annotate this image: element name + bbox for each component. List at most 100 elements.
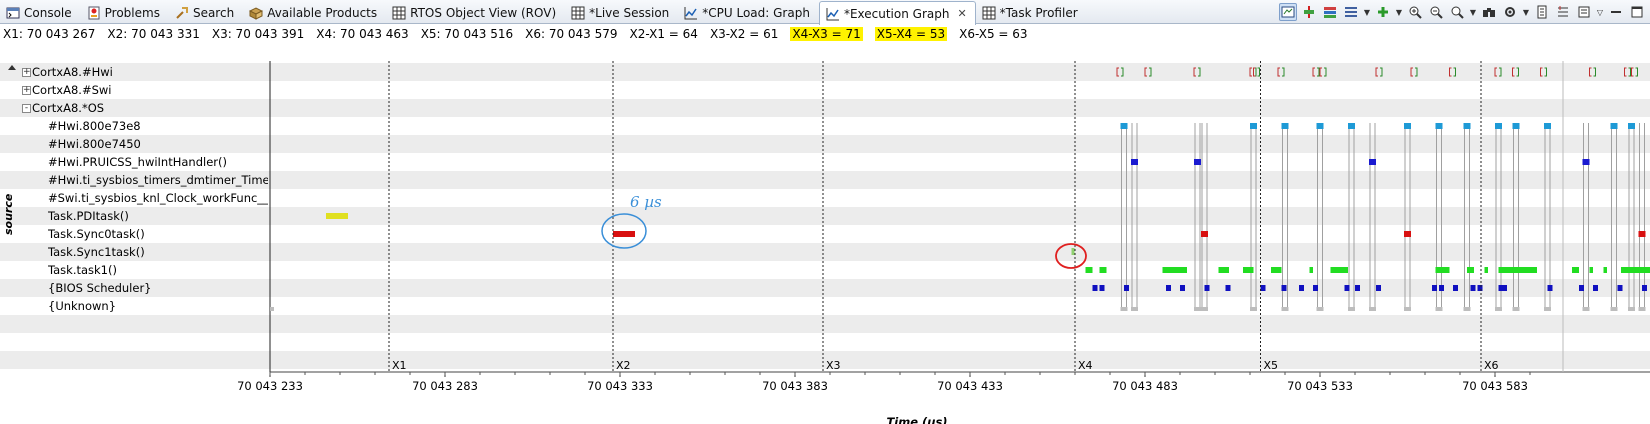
hwi-event-bracket <box>1628 67 1631 77</box>
scheduler-event <box>1547 285 1553 291</box>
unknown-segment <box>1638 307 1646 311</box>
task1-segment <box>1309 267 1313 273</box>
task1-segment <box>1435 267 1450 273</box>
hwi-800e73e8-event <box>1435 123 1443 129</box>
unknown-segment <box>1201 307 1208 311</box>
x-tick-label: 70 043 383 <box>762 379 828 393</box>
hwi-event-bracket <box>1415 67 1418 77</box>
unknown-segment <box>1610 307 1618 311</box>
task1-segment <box>1603 267 1607 273</box>
pdi-task-segment <box>326 213 348 219</box>
marker-label-x2: X2 <box>616 359 631 372</box>
hwi-event-bracket <box>1282 67 1285 77</box>
unknown-segment <box>1544 307 1551 311</box>
hwi-event-bracket <box>1257 67 1260 77</box>
scheduler-event <box>1180 285 1185 291</box>
sync0-task-event <box>1404 231 1411 237</box>
hwi-event-bracket <box>1453 67 1456 77</box>
unknown-segment <box>1404 307 1411 311</box>
hwi-event-bracket <box>1544 67 1547 77</box>
x-tick-label: 70 043 583 <box>1462 379 1528 393</box>
unknown-segment <box>1316 307 1324 311</box>
hwi-event-bracket <box>1144 67 1147 77</box>
x-tick-label: 70 043 433 <box>937 379 1003 393</box>
scheduler-event <box>1376 285 1381 291</box>
task1-segment <box>1218 267 1229 273</box>
pruicss-event <box>1582 159 1590 165</box>
sync1-task-event <box>1071 248 1075 255</box>
scheduler-event <box>1260 285 1266 291</box>
hwi-event-bracket <box>1121 67 1124 77</box>
hwi-800e73e8-event <box>1628 123 1635 129</box>
scheduler-event <box>1432 285 1437 291</box>
hwi-800e73e8-event <box>1120 123 1128 129</box>
hwi-800e73e8-event <box>1512 123 1520 129</box>
hwi-event-bracket <box>1254 67 1257 77</box>
hwi-event-bracket <box>1149 67 1152 77</box>
task1-segment <box>1099 267 1107 273</box>
execution-graph-canvas[interactable]: X1 X2 X3 X4 X5 X6 70 043 233 70 043 283 70 043 3… <box>0 0 1650 424</box>
x-tick-label: 70 043 533 <box>1287 379 1353 393</box>
unknown-segment <box>1131 307 1138 311</box>
task1-segment <box>1330 267 1348 273</box>
unknown-segment <box>1369 307 1376 311</box>
scheduler-event <box>1092 285 1098 291</box>
hwi-event-bracket <box>1312 67 1315 77</box>
unknown-segment <box>1281 307 1289 311</box>
hwi-event-bracket <box>1624 67 1627 77</box>
hwi-event-bracket <box>1319 67 1322 77</box>
annotation-label: 6 µs <box>630 193 662 211</box>
unknown-segment <box>1512 307 1520 311</box>
scheduler-event <box>1642 285 1647 291</box>
scheduler-event <box>1502 285 1507 291</box>
hwi-800e73e8-event <box>1316 123 1324 129</box>
hwi-event-bracket <box>1449 67 1452 77</box>
task1-segment <box>1162 267 1187 273</box>
hwi-800e73e8-event <box>1544 123 1551 129</box>
unknown-segment <box>1120 307 1128 311</box>
sync0-task-event <box>1201 231 1208 237</box>
hwi-event-bracket <box>1593 67 1596 77</box>
scheduler-event <box>1453 285 1458 291</box>
hwi-event-bracket <box>1380 67 1383 77</box>
unknown-segment <box>1348 307 1355 311</box>
x-tick-label: 70 043 333 <box>587 379 653 393</box>
hwi-800e73e8-event <box>1404 123 1411 129</box>
annotation-red-circle <box>1055 243 1087 269</box>
scheduler-event <box>1166 285 1171 291</box>
task1-segment <box>1589 267 1593 273</box>
pruicss-event <box>1131 159 1138 165</box>
scheduler-event <box>1439 285 1444 291</box>
hwi-800e73e8-event <box>1250 123 1257 129</box>
task1-segment <box>1498 267 1537 273</box>
x-tick-label: 70 043 283 <box>412 379 478 393</box>
hwi-event-bracket <box>1499 67 1502 77</box>
marker-label-x5: X5 <box>1264 359 1279 372</box>
unknown-segment <box>1628 307 1635 311</box>
scheduler-event <box>1593 285 1598 291</box>
sync0-task-event <box>1638 231 1646 237</box>
marker-label-x4: X4 <box>1078 359 1093 372</box>
task1-segment <box>1467 267 1474 273</box>
hwi-event-bracket <box>1324 67 1327 77</box>
hwi-event-bracket <box>1193 67 1196 77</box>
task1-segment <box>1271 267 1282 273</box>
x-axis-label: Time (us) <box>886 415 947 424</box>
hwi-event-bracket <box>1589 67 1592 77</box>
hwi-800e73e8-event <box>1348 123 1355 129</box>
scheduler-event <box>1204 285 1210 291</box>
hwi-event-bracket <box>1198 67 1201 77</box>
task1-segment <box>1572 267 1579 273</box>
pruicss-event <box>1369 159 1376 165</box>
scheduler-event <box>1313 285 1318 291</box>
task1-segment <box>1243 267 1254 273</box>
scheduler-event <box>1299 285 1304 291</box>
hwi-event-bracket <box>1116 67 1119 77</box>
unknown-segment <box>1495 307 1502 311</box>
task1-segment <box>1484 267 1488 273</box>
hwi-event-bracket <box>1512 67 1515 77</box>
hwi-event-bracket <box>1249 67 1252 77</box>
x-tick-label: 70 043 483 <box>1112 379 1178 393</box>
unknown-segment <box>1194 307 1201 311</box>
scheduler-event <box>1579 285 1584 291</box>
